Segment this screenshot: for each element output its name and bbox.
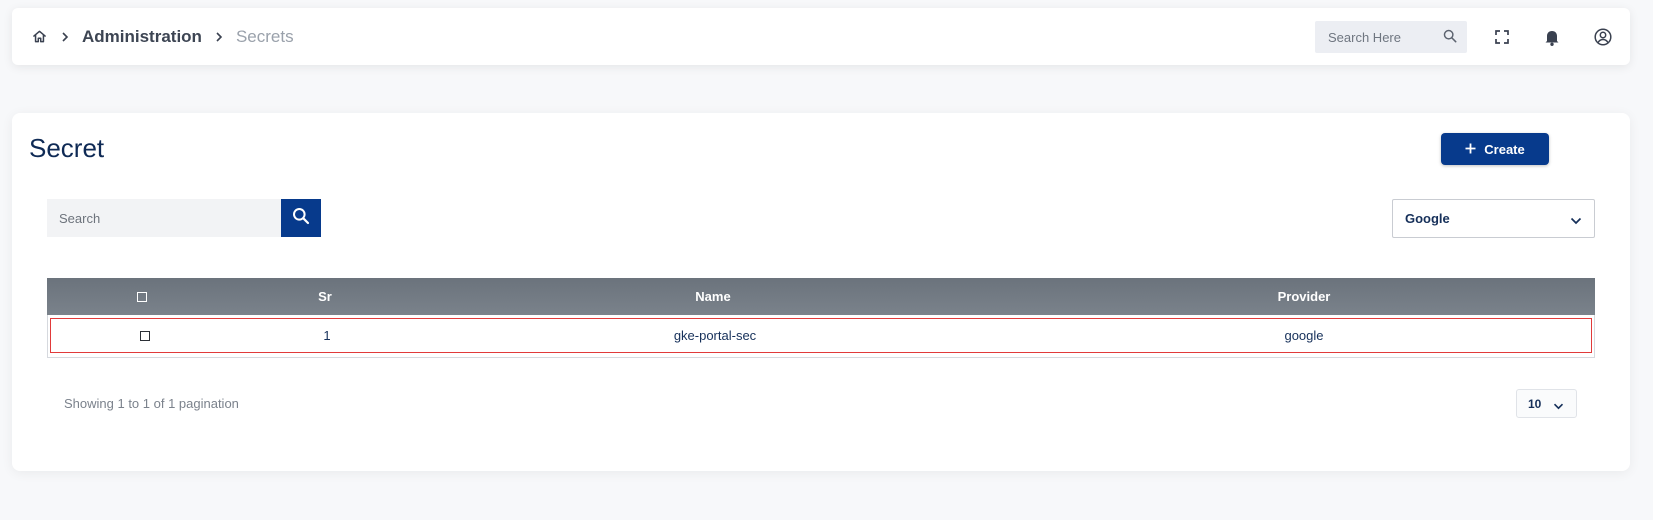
chevron-down-icon (1553, 399, 1564, 413)
table-body: 1 gke-portal-sec google (47, 315, 1595, 358)
cell-sr: 1 (323, 328, 331, 343)
chevron-down-icon (1570, 213, 1582, 228)
chevron-right-icon (60, 30, 70, 44)
table-header: Sr Name Provider (47, 278, 1595, 315)
create-button-label: Create (1484, 141, 1525, 157)
secrets-table: Sr Name Provider 1 gke-portal-sec google (47, 278, 1595, 358)
chevron-right-icon (214, 30, 224, 44)
select-all-checkbox[interactable] (137, 291, 147, 302)
page-size-value: 10 (1528, 396, 1542, 411)
search-button[interactable] (281, 199, 321, 237)
bell-icon[interactable] (1541, 26, 1563, 48)
user-circle-icon[interactable] (1592, 26, 1614, 48)
breadcrumb: Administration Secrets (30, 8, 294, 65)
table-row[interactable]: 1 gke-portal-sec google (50, 318, 1592, 353)
search-input[interactable] (47, 199, 281, 237)
cell-name: gke-portal-sec (673, 328, 757, 343)
header-search (1315, 21, 1467, 53)
header-select-cell (47, 291, 237, 302)
provider-select[interactable]: Google (1392, 199, 1595, 238)
top-bar: Administration Secrets (12, 8, 1630, 65)
pagination-summary: Showing 1 to 1 of 1 pagination (64, 396, 239, 411)
plus-icon (1465, 142, 1476, 157)
home-icon[interactable] (30, 28, 48, 46)
column-header-name[interactable]: Name (413, 289, 1013, 304)
column-header-sr[interactable]: Sr (237, 289, 413, 304)
row-checkbox[interactable] (140, 330, 150, 341)
search-icon (292, 207, 310, 230)
page-size-select[interactable]: 10 (1516, 389, 1577, 418)
table-search (47, 199, 321, 237)
breadcrumb-item-secrets: Secrets (235, 26, 294, 46)
page-title: Secret (29, 133, 105, 163)
fullscreen-icon[interactable] (1491, 26, 1513, 48)
cell-provider: google (1284, 328, 1324, 343)
row-select-cell (51, 330, 239, 341)
search-icon[interactable] (1443, 29, 1457, 48)
provider-select-value: Google (1405, 211, 1450, 226)
header-search-input[interactable] (1315, 29, 1433, 45)
breadcrumb-item-administration[interactable]: Administration (82, 27, 202, 47)
create-button[interactable]: Create (1441, 133, 1549, 165)
secrets-card: Secret Create Google Sr Name Provider (12, 113, 1630, 471)
column-header-provider[interactable]: Provider (1013, 289, 1595, 304)
